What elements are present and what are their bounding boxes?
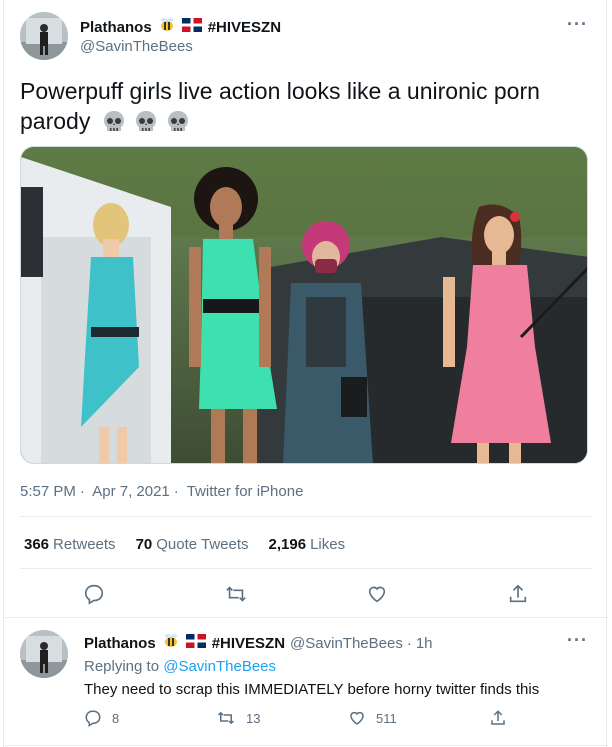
tweet-thread: Plathanos #HIVESZN @SavinTheBees ··· Pow… (3, 0, 608, 747)
tweet-body: Powerpuff girls live action looks like a… (20, 78, 540, 134)
quote-tweets-label: Quote Tweets (156, 536, 249, 553)
tweet-timestamp: 5:57 PM · Apr 7, 2021 · Twitter for iPhone (20, 483, 307, 500)
likes-stat[interactable]: 2,196 Likes (269, 536, 346, 553)
photo-illustration (21, 147, 587, 463)
reply-author-avatar[interactable] (20, 630, 68, 678)
like-icon (350, 711, 364, 725)
like-count: 511 (376, 710, 397, 726)
reply-author-handle[interactable]: @SavinTheBees (290, 635, 403, 652)
author-avatar[interactable] (20, 12, 68, 60)
tweet-source[interactable]: Twitter for iPhone (187, 483, 304, 500)
dominican-flag-icon (185, 634, 206, 652)
tweet-time[interactable]: 5:57 PM (20, 483, 76, 500)
reply-author-tag[interactable]: #HIVESZN (212, 635, 285, 652)
bee-icon (162, 633, 180, 653)
reply-reply-button[interactable]: 8 (84, 709, 119, 727)
dominican-flag-icon (181, 18, 202, 36)
retweet-count: 13 (246, 710, 261, 726)
likes-count: 2,196 (268, 536, 307, 553)
reply-time-ago[interactable]: 1h (416, 635, 433, 652)
separator: · (79, 483, 85, 500)
reply-share-button[interactable] (489, 709, 507, 727)
tweet-photo[interactable] (20, 146, 588, 464)
replying-to-label: Replying to (84, 658, 160, 675)
bee-icon (158, 17, 176, 37)
share-icon (491, 710, 505, 725)
quote-tweets-count: 70 (135, 536, 153, 553)
more-options-icon[interactable]: ··· (567, 14, 588, 35)
retweets-count: 366 (24, 536, 50, 553)
reply-count: 8 (112, 710, 120, 726)
likes-label: Likes (310, 536, 346, 553)
reply-name-row: Plathanos #HIVESZN @SavinTheBees · 1h (84, 633, 433, 653)
reply-icon (85, 710, 101, 727)
share-icon[interactable] (504, 580, 532, 608)
reply-author-name[interactable]: Plathanos (84, 635, 156, 652)
author-name[interactable]: Plathanos (80, 19, 152, 36)
author-tag[interactable]: #HIVESZN (208, 19, 281, 36)
retweet-icon (217, 711, 235, 725)
reply-more-options-icon[interactable]: ··· (567, 630, 588, 651)
tweet-text: Powerpuff girls live action looks like a… (20, 76, 580, 136)
retweets-label: Retweets (53, 536, 116, 553)
skull-icon (167, 111, 188, 131)
reply-like-button[interactable]: 511 (348, 709, 397, 727)
like-icon[interactable] (363, 580, 391, 608)
author-handle[interactable]: @SavinTheBees (80, 38, 193, 55)
skull-icon (103, 111, 124, 131)
separator: · (406, 634, 412, 652)
divider (4, 617, 608, 618)
reply-icon[interactable] (80, 580, 108, 608)
engagement-stats: 366 Retweets 70 Quote Tweets 2,196 Likes (24, 536, 345, 553)
reply-text: They need to scrap this IMMEDIATELY befo… (84, 681, 540, 698)
retweet-icon[interactable] (222, 580, 250, 608)
separator: · (173, 483, 179, 500)
replying-to: Replying to @SavinTheBees (84, 658, 276, 675)
divider (4, 745, 608, 746)
divider (20, 568, 592, 569)
skull-emoji-group (101, 109, 191, 135)
divider (20, 516, 592, 517)
skull-icon (135, 111, 156, 131)
retweets-stat[interactable]: 366 Retweets (24, 536, 116, 553)
replying-to-handle[interactable]: @SavinTheBees (163, 658, 276, 675)
quote-tweets-stat[interactable]: 70 Quote Tweets (136, 536, 249, 553)
reply-retweet-button[interactable]: 13 (216, 709, 260, 727)
author-name-row: Plathanos #HIVESZN (80, 17, 281, 37)
tweet-date[interactable]: Apr 7, 2021 (92, 483, 170, 500)
